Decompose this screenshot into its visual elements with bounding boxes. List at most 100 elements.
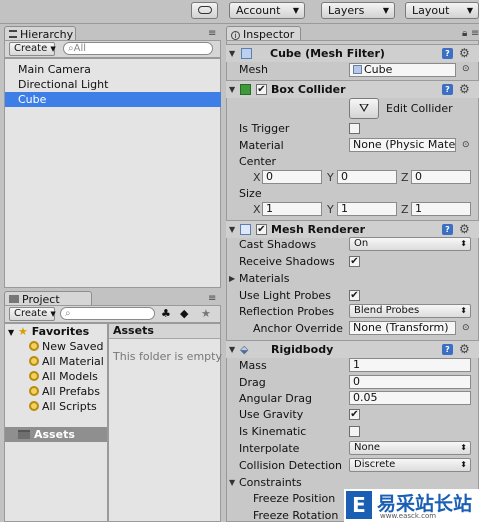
saved-search-icon [29,371,39,381]
edit-collider-label: Edit Collider [386,102,453,115]
angular-drag-field[interactable]: 0.05 [349,391,471,405]
hierarchy-menu-icon[interactable]: ≡ [208,28,216,39]
center-x-axis-label: X [253,171,261,184]
inspector-menu-icon[interactable]: ≡ [471,28,479,39]
use-gravity-label: Use Gravity [239,408,304,421]
edit-collider-button[interactable]: ⛛ [349,98,379,119]
receive-shadows-checkbox[interactable]: ✔ [349,256,360,267]
constraints-label[interactable]: Constraints [239,476,302,489]
center-label: Center [239,155,277,168]
rigidbody-header[interactable]: ▼ ⬙ Rigidbody ? ⚙ [226,340,479,358]
filter-type-icon[interactable]: ♣ [161,307,171,320]
collision-detection-value: Discrete [354,459,396,470]
center-y-field[interactable]: 0 [337,170,397,184]
fold-closed-icon[interactable]: ▶ [229,274,235,283]
updown-arrow-icon: ⬍ [460,306,467,315]
assets-breadcrumb[interactable]: Assets [109,324,220,339]
box-collider-enabled-checkbox[interactable]: ✔ [256,84,267,95]
project-menu-icon[interactable]: ≡ [208,293,216,304]
object-picker-icon[interactable]: ⊙ [462,64,470,74]
cast-shadows-label: Cast Shadows [239,238,317,251]
mesh-field[interactable]: Cube [349,63,456,77]
mass-field[interactable]: 1 [349,358,471,372]
fold-open-icon[interactable]: ▼ [229,478,235,487]
favorite-item[interactable]: All Models [29,370,98,383]
collision-detection-dropdown[interactable]: Discrete ⬍ [349,458,471,472]
mesh-renderer-enabled-checkbox[interactable]: ✔ [256,224,267,235]
project-search-input[interactable]: ⌕ [60,307,155,320]
light-probes-checkbox[interactable]: ✔ [349,290,360,301]
center-x-field[interactable]: 0 [262,170,322,184]
size-x-field[interactable]: 1 [262,202,322,216]
size-z-field[interactable]: 1 [411,202,471,216]
cloud-button[interactable] [191,2,218,19]
chevron-down-icon: ▼ [292,6,299,15]
collider-material-field[interactable]: None (Physic Mater [349,138,456,152]
help-book-icon[interactable]: ? [442,48,453,59]
chevron-down-icon: ▼ [382,6,389,15]
layout-dropdown[interactable]: Layout ▼ [405,2,479,19]
freeze-position-label[interactable]: Freeze Position [253,492,335,505]
layers-dropdown[interactable]: Layers ▼ [321,2,395,19]
cast-shadows-dropdown[interactable]: On ⬍ [349,237,471,251]
search-placeholder: All [73,43,87,54]
hierarchy-create-button[interactable]: Create ▼ [9,42,56,56]
mesh-renderer-icon [240,224,251,235]
gear-icon[interactable]: ⚙ [459,223,470,235]
reflection-probes-value: Blend Probes [354,305,420,316]
object-picker-icon[interactable]: ⊙ [462,140,470,150]
materials-label[interactable]: Materials [239,272,289,285]
component-title: Cube (Mesh Filter) [270,47,385,60]
component-title: Mesh Renderer [271,223,366,236]
hierarchy-item-cube[interactable]: Cube [5,92,221,107]
chevron-down-icon: ▼ [466,6,473,15]
use-gravity-checkbox[interactable]: ✔ [349,409,360,420]
interpolate-dropdown[interactable]: None ⬍ [349,441,471,455]
is-kinematic-checkbox[interactable] [349,426,360,437]
assets-folder-row[interactable]: Assets [5,427,107,442]
mass-label: Mass [239,359,267,372]
anchor-override-field[interactable]: None (Transform) [349,321,456,335]
watermark-logo: E 易采站长站 www.easck.com [344,489,479,522]
favorite-item[interactable]: New Saved [29,340,103,353]
object-picker-icon[interactable]: ⊙ [462,323,470,333]
size-y-field[interactable]: 1 [337,202,397,216]
saved-search-icon [29,401,39,411]
help-book-icon[interactable]: ? [442,224,453,235]
reflection-probes-dropdown[interactable]: Blend Probes ⬍ [349,304,471,318]
hierarchy-item-main-camera[interactable]: Main Camera [5,62,221,77]
mesh-filter-header[interactable]: ▼ Cube (Mesh Filter) ? ⚙ [226,44,479,62]
gear-icon[interactable]: ⚙ [459,343,470,355]
favorites-header[interactable]: ▼ ★ Favorites [8,325,89,338]
account-dropdown[interactable]: Account ▼ [229,2,305,19]
help-book-icon[interactable]: ? [442,344,453,355]
saved-search-icon [29,356,39,366]
fold-open-icon: ▼ [229,49,236,58]
box-collider-header[interactable]: ▼ ✔ Box Collider ? ⚙ [226,80,479,98]
favorite-item[interactable]: All Scripts [29,400,97,413]
account-label: Account [236,4,281,17]
help-book-icon[interactable]: ? [442,84,453,95]
top-toolbar: Account ▼ Layers ▼ Layout ▼ [0,0,479,24]
favorite-item[interactable]: All Material [29,355,104,368]
inspector-lock-icon[interactable]: 🔒︎ [462,28,467,39]
center-z-field[interactable]: 0 [411,170,471,184]
project-create-button[interactable]: Create ▼ [9,307,56,321]
project-assets-pane: Assets This folder is empty [108,323,222,522]
filter-label-icon[interactable]: ◆ [180,307,188,320]
freeze-rotation-label[interactable]: Freeze Rotation [253,509,338,522]
gear-icon[interactable]: ⚙ [459,83,470,95]
interpolate-value: None [354,442,381,453]
folder-icon [9,295,19,303]
gear-icon[interactable]: ⚙ [459,47,470,59]
hierarchy-item-directional-light[interactable]: Directional Light [5,77,221,92]
favorite-star-icon[interactable]: ★ [201,307,211,320]
mesh-icon [353,65,362,74]
favorite-item[interactable]: All Prefabs [29,385,100,398]
drag-field[interactable]: 0 [349,375,471,389]
hierarchy-search-input[interactable]: ⌕All [63,42,213,55]
mesh-renderer-header[interactable]: ▼ ✔ Mesh Renderer ? ⚙ [226,220,479,238]
is-trigger-checkbox[interactable] [349,123,360,134]
box-collider-icon [240,84,251,95]
center-z-axis-label: Z [401,171,409,184]
